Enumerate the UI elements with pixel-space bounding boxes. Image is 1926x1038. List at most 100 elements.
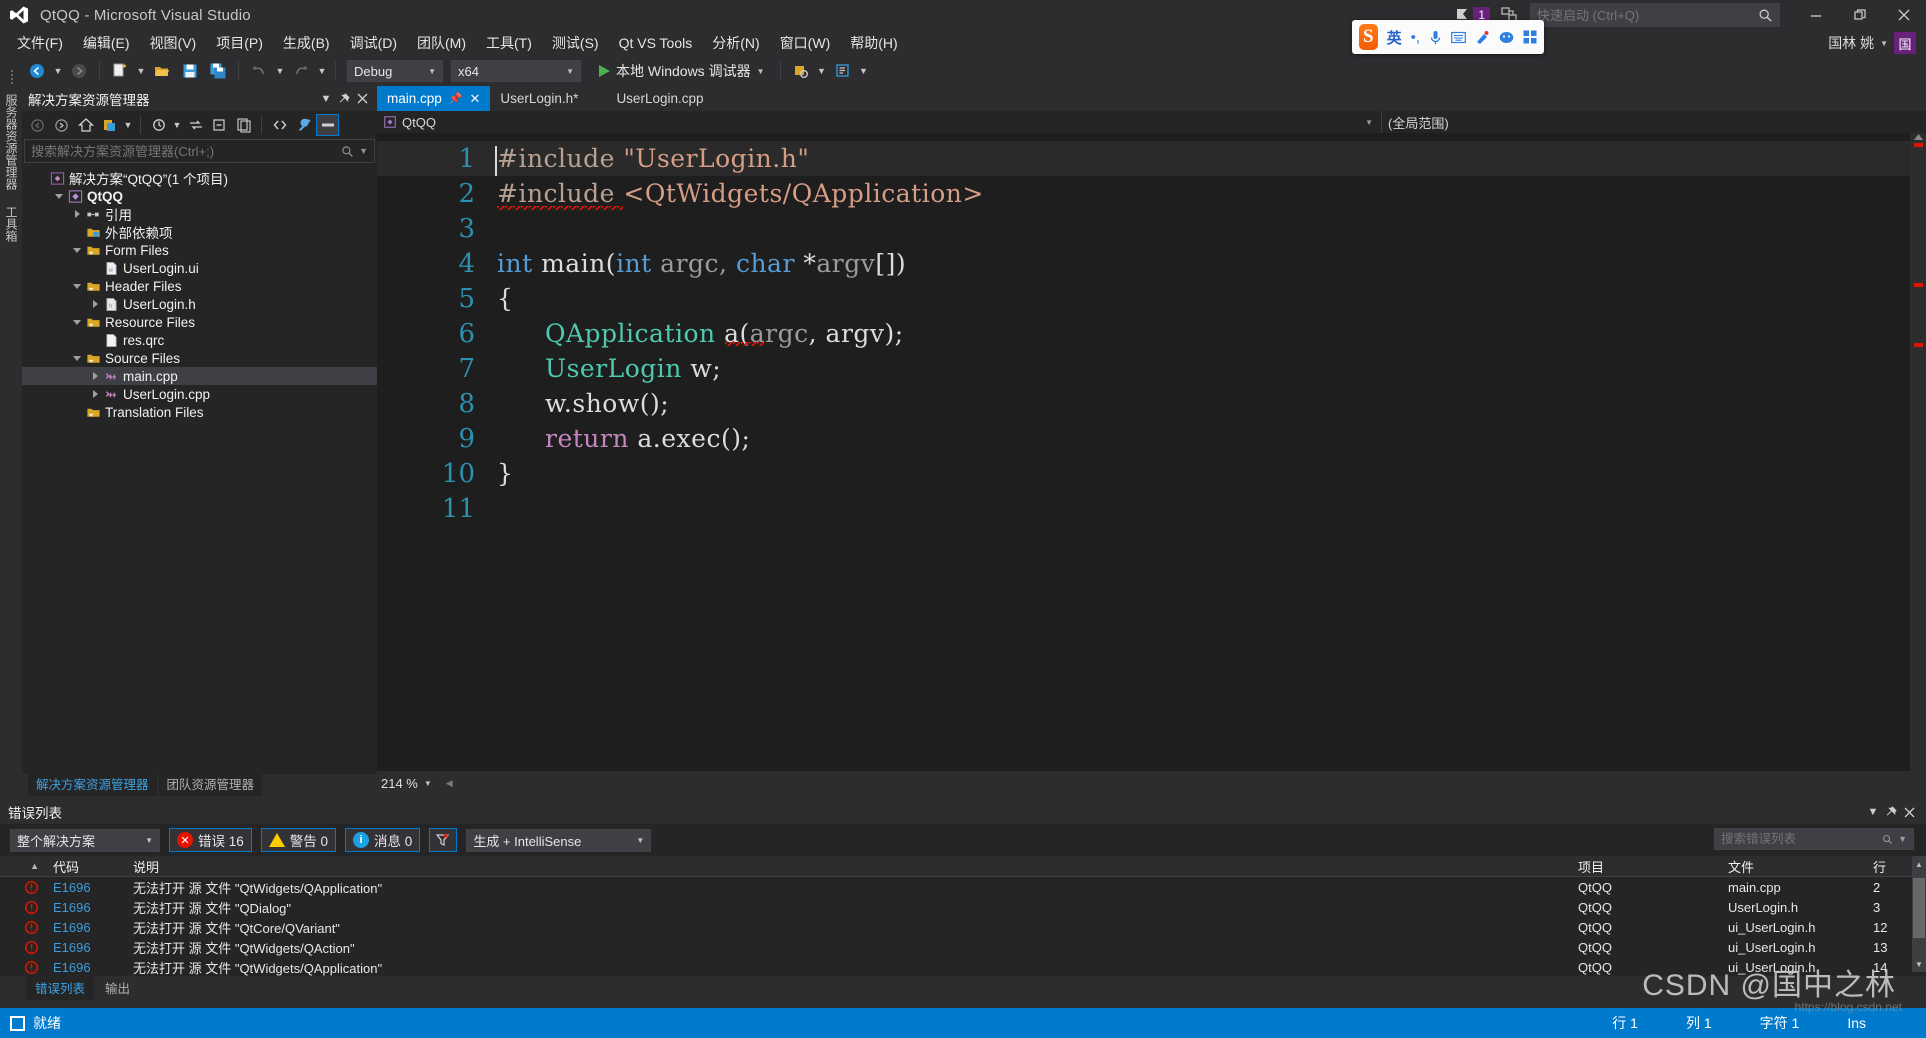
tree-item-userlogin-cpp[interactable]: UserLogin.cpp	[22, 385, 377, 403]
error-list-row[interactable]: E1696 无法打开 源 文件 "QtWidgets/QAction" QtQQ ui…	[0, 937, 1926, 957]
start-debugging-button[interactable]: 本地 Windows 调试器 ▼	[591, 59, 773, 83]
new-project-button[interactable]	[107, 59, 133, 83]
chevron-right-icon[interactable]	[70, 210, 84, 218]
save-button[interactable]	[177, 59, 203, 83]
chevron-down-icon[interactable]	[70, 247, 84, 253]
step-tool-button[interactable]	[830, 59, 856, 83]
bottom-tab-output[interactable]: 输出	[96, 975, 139, 1000]
menu-item-build[interactable]: 生成(B)	[274, 30, 339, 56]
error-marker[interactable]	[1914, 143, 1923, 147]
ime-floating-toolbar[interactable]: S 英 •,	[1352, 20, 1544, 54]
build-intellisense-combo[interactable]: 生成 + IntelliSense ▼	[466, 828, 652, 852]
column-header-code[interactable]: 代码	[46, 857, 126, 876]
error-list-search-box[interactable]: ▼	[1714, 828, 1914, 850]
error-scope-combo[interactable]: 整个解决方案 ▼	[10, 828, 160, 852]
punctuation-icon[interactable]: •,	[1411, 29, 1420, 46]
save-all-button[interactable]	[205, 59, 231, 83]
code-line[interactable]: 10}	[377, 456, 1926, 491]
error-marker[interactable]	[1914, 283, 1923, 287]
menu-item-project[interactable]: 项目(P)	[207, 30, 272, 56]
panel-close-button[interactable]	[353, 90, 371, 108]
se-view-code-button[interactable]	[268, 114, 291, 136]
error-list-row[interactable]: E1696 无法打开 源 文件 "QtWidgets/QApplication" Q…	[0, 877, 1926, 897]
se-sync-dropdown-arrow[interactable]: ▼	[171, 113, 183, 137]
attach-to-process-button[interactable]	[788, 59, 814, 83]
tab-userlogin-cpp[interactable]: UserLogin.cpp	[588, 86, 713, 111]
error-list-row[interactable]: E1696 无法打开 源 文件 "QtWidgets/QApplication" Q…	[0, 957, 1926, 977]
error-list-dropdown-button[interactable]: ▼	[1864, 803, 1882, 821]
tree-item-userlogin-ui[interactable]: ui UserLogin.ui	[22, 259, 377, 277]
menu-item-edit[interactable]: 编辑(E)	[74, 30, 139, 56]
minimize-button[interactable]	[1794, 0, 1838, 30]
solution-platform-combo[interactable]: x64 ▼	[451, 60, 581, 82]
navigate-forward-button[interactable]	[66, 59, 92, 83]
skin-icon[interactable]	[1475, 30, 1490, 45]
column-header-project[interactable]: 项目	[1571, 857, 1721, 876]
open-file-button[interactable]	[149, 59, 175, 83]
chevron-down-icon[interactable]: ▼	[1898, 834, 1907, 844]
tree-item-userlogin-h[interactable]: h UserLogin.h	[22, 295, 377, 313]
se-properties-button[interactable]	[292, 114, 315, 136]
panel-tab-team-explorer[interactable]: 团队资源管理器	[158, 771, 263, 796]
sogou-logo-icon[interactable]: S	[1359, 24, 1378, 50]
undo-button[interactable]	[246, 59, 272, 83]
column-header-description[interactable]: 说明	[126, 857, 1571, 876]
se-collapse-all-button[interactable]	[208, 114, 231, 136]
tree-item-form-files[interactable]: Form Files	[22, 241, 377, 259]
tree-item-translation-files[interactable]: Translation Files	[22, 403, 377, 421]
se-home-button[interactable]	[74, 114, 97, 136]
chevron-down-icon[interactable]	[52, 193, 66, 199]
new-project-dropdown-arrow[interactable]: ▼	[135, 59, 147, 83]
back-dropdown-arrow[interactable]: ▼	[52, 59, 64, 83]
nav-scope-combo[interactable]: (全局范围)	[1382, 111, 1902, 133]
emoji-icon[interactable]	[1499, 31, 1514, 44]
se-refresh-button[interactable]	[184, 114, 207, 136]
quick-launch-box[interactable]	[1530, 3, 1780, 27]
tree-item-source-files[interactable]: Source Files	[22, 349, 377, 367]
error-list-close-button[interactable]	[1900, 803, 1918, 821]
code-line[interactable]: 1 #include "UserLogin.h"	[377, 141, 1926, 176]
error-list-search-input[interactable]	[1721, 832, 1882, 846]
scroll-left-arrow-icon[interactable]: ◀	[446, 778, 453, 789]
close-icon[interactable]: ✕	[469, 91, 480, 107]
error-marker[interactable]	[1914, 343, 1923, 347]
code-line[interactable]: 7 UserLogin w;	[377, 351, 1926, 386]
attach-dropdown-arrow[interactable]: ▼	[816, 59, 828, 83]
error-list-row[interactable]: E1696 无法打开 源 文件 "QDialog" QtQQ UserLogin.h 3	[0, 897, 1926, 917]
se-preview-selected-items-button[interactable]	[316, 114, 339, 136]
chevron-right-icon[interactable]	[88, 390, 102, 398]
tree-item-[interactable]: 引用	[22, 205, 377, 223]
scroll-overview-margin[interactable]	[1910, 133, 1926, 771]
redo-dropdown-arrow[interactable]: ▼	[316, 59, 328, 83]
error-list-pin-button[interactable]	[1882, 803, 1900, 821]
se-show-all-files-button[interactable]	[232, 114, 255, 136]
editor-zoom-combo[interactable]: 214 % ▼ ◀	[381, 776, 453, 791]
tree-item-header-files[interactable]: Header Files	[22, 277, 377, 295]
error-list-row[interactable]: E1696 无法打开 源 文件 "QtCore/QVariant" QtQQ ui_U…	[0, 917, 1926, 937]
restore-button[interactable]	[1838, 0, 1882, 30]
solution-explorer-search-box[interactable]: ▼	[24, 139, 375, 163]
solution-configuration-combo[interactable]: Debug ▼	[347, 60, 443, 82]
code-line[interactable]: 9 return a.exec();	[377, 421, 1926, 456]
tab-main-cpp[interactable]: main.cpp 📌 ✕	[377, 86, 491, 111]
menu-item-window[interactable]: 窗口(W)	[771, 30, 840, 56]
code-line[interactable]: 2 #include <QtWidgets/QApplication>	[377, 176, 1926, 211]
tree-item-resource-files[interactable]: Resource Files	[22, 313, 377, 331]
menu-item-team[interactable]: 团队(M)	[408, 30, 475, 56]
column-header-file[interactable]: 文件	[1721, 857, 1866, 876]
solution-explorer-search-input[interactable]	[31, 143, 342, 159]
apps-icon[interactable]	[1523, 30, 1537, 44]
tree-item-qtqq-1[interactable]: 解决方案“QtQQ”(1 个项目)	[22, 169, 377, 187]
undo-dropdown-arrow[interactable]: ▼	[274, 59, 286, 83]
keyboard-icon[interactable]	[1451, 31, 1466, 44]
tree-item-[interactable]: 外部依赖项	[22, 223, 377, 241]
chevron-down-icon[interactable]	[70, 355, 84, 361]
se-pending-changes-button[interactable]	[98, 114, 121, 136]
navigate-back-button[interactable]	[24, 59, 50, 83]
chevron-down-icon[interactable]: ▼	[359, 146, 368, 156]
panel-pin-button[interactable]	[335, 90, 353, 108]
code-line[interactable]: 5{	[377, 281, 1926, 316]
code-surface[interactable]: 1 #include "UserLogin.h" 2 #include <QtWidg…	[377, 133, 1926, 771]
menu-item-debug[interactable]: 调试(D)	[341, 30, 406, 56]
vertical-tab-server-explorer[interactable]: 服务器资源管理器	[0, 86, 23, 198]
